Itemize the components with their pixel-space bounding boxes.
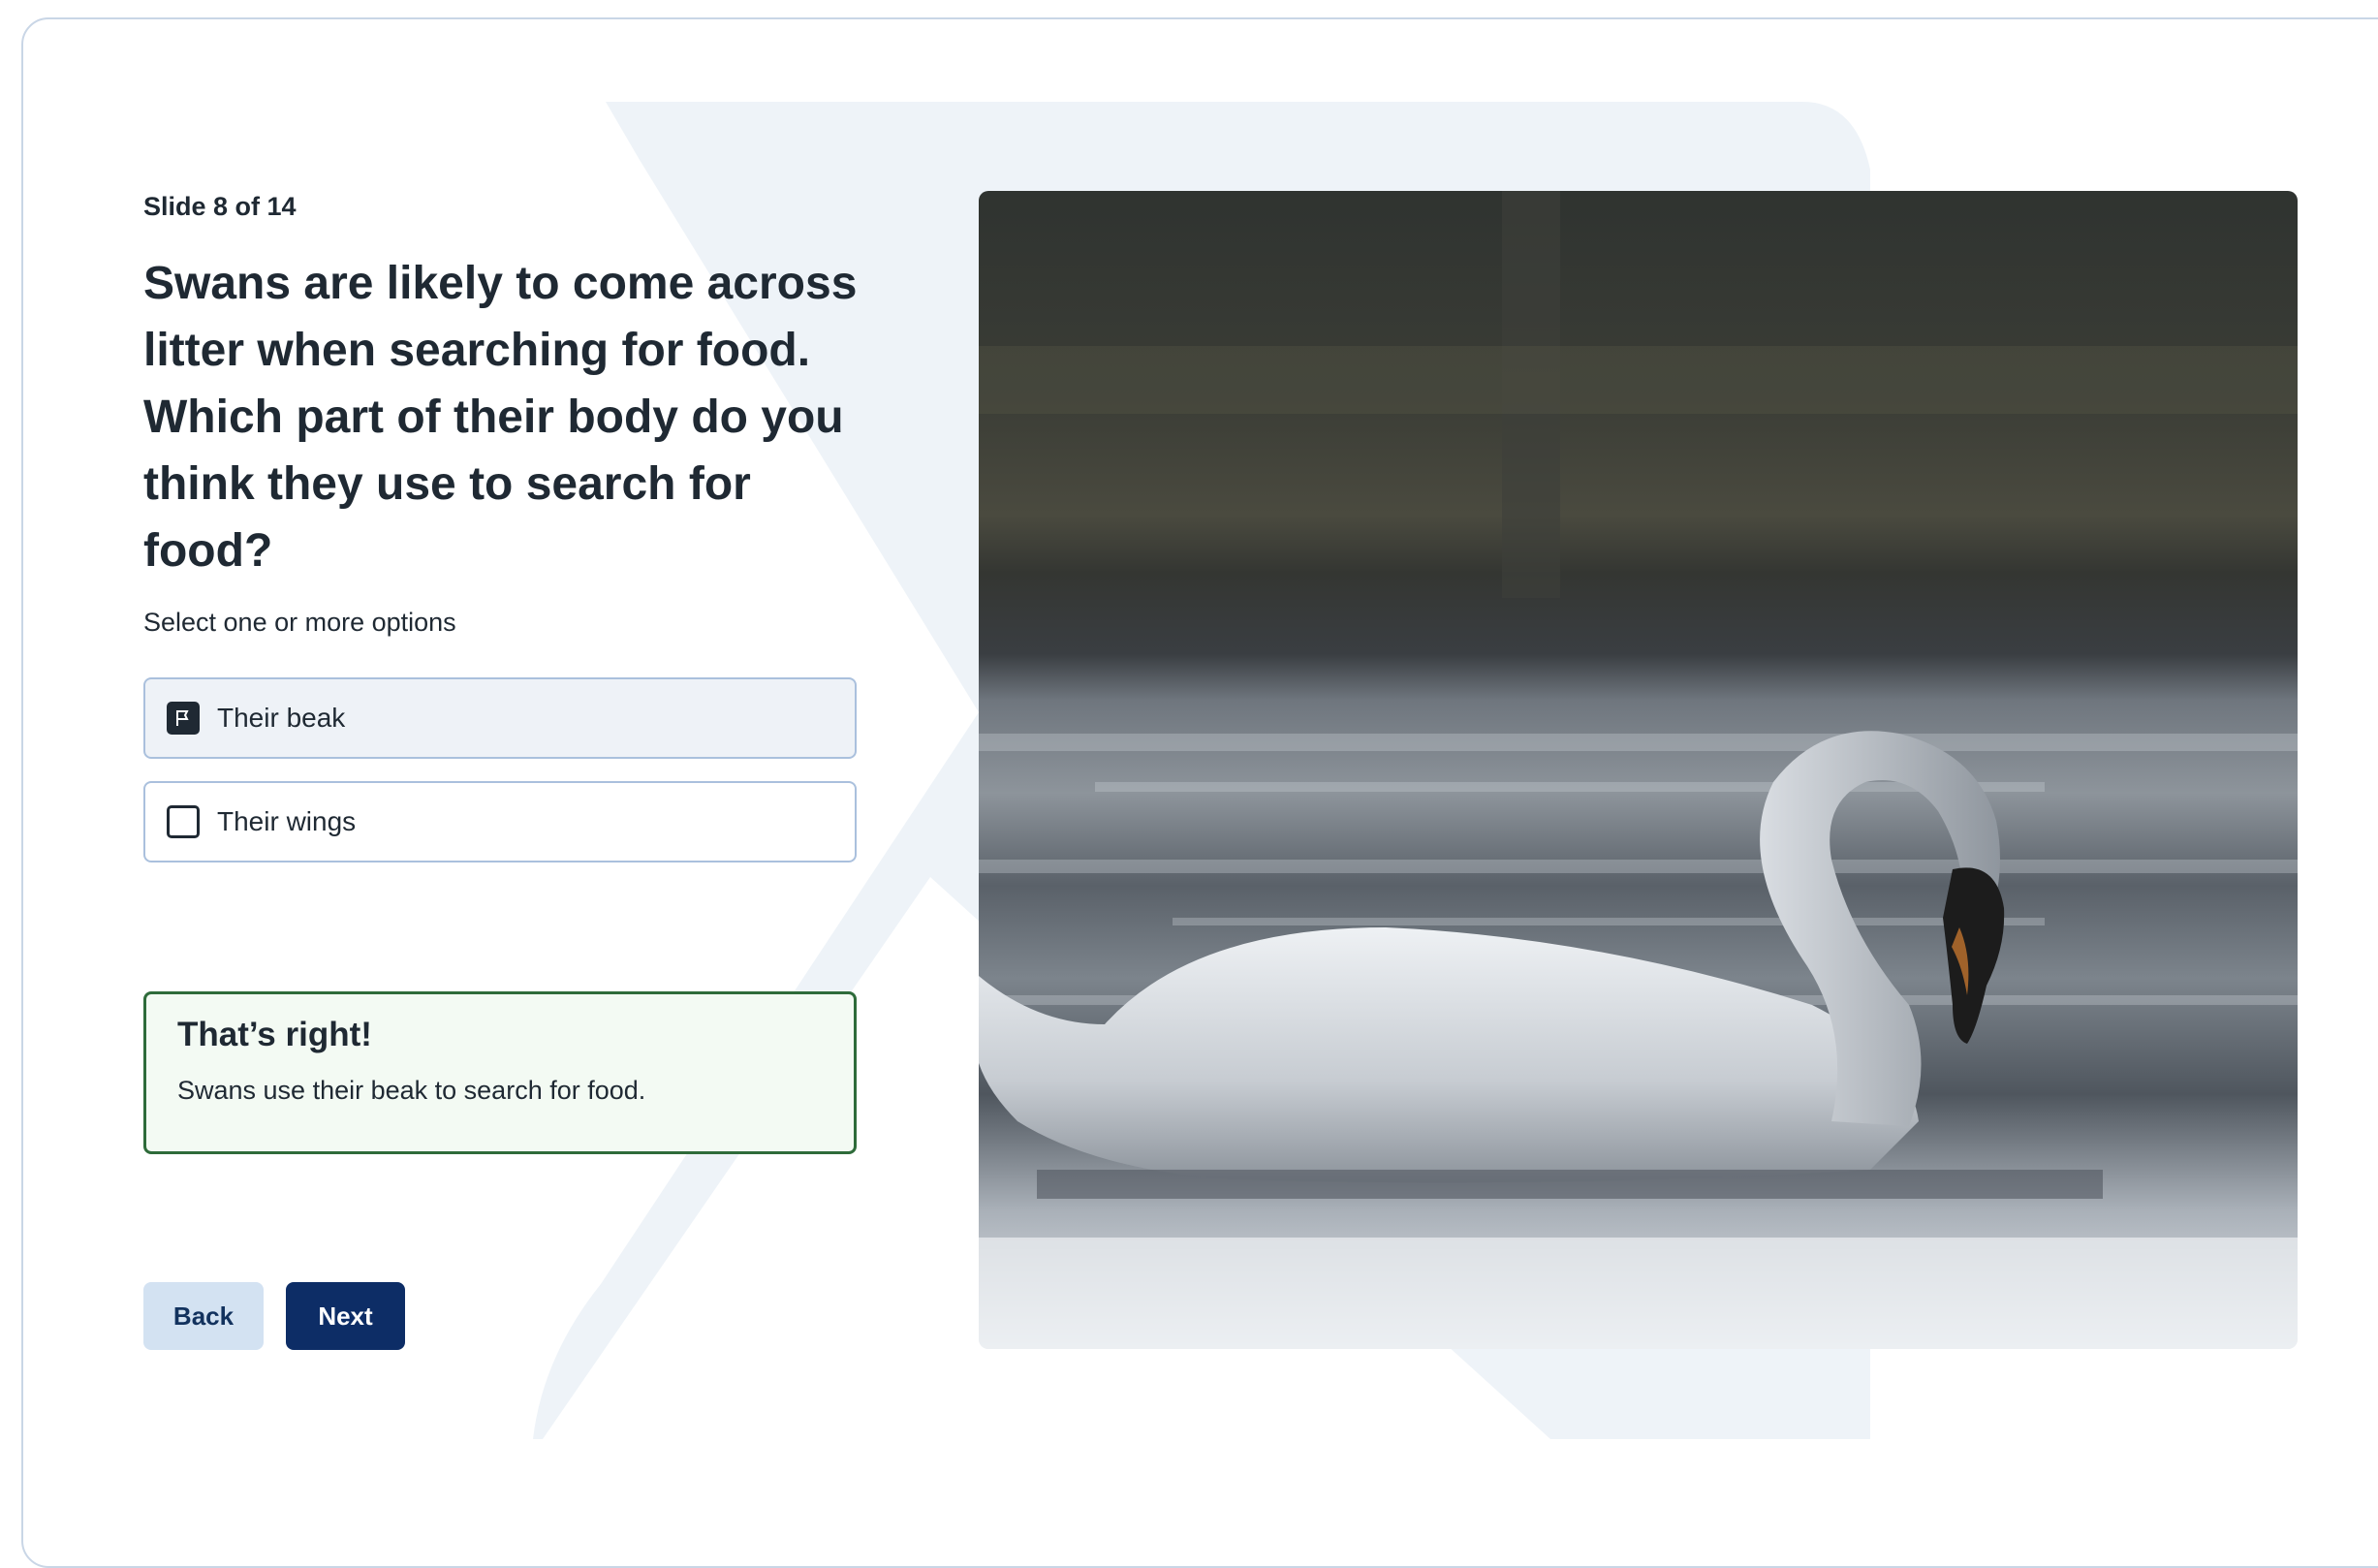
option-label: Their beak [217,703,346,733]
question-heading: Swans are likely to come across litter w… [143,258,858,577]
option-label: Their wings [217,806,357,836]
option-their-wings[interactable]: Their wings [143,781,857,862]
feedback-body: Swans use their beak to search for food. [177,1076,646,1105]
swan-photo [979,191,2298,1349]
selection-hint: Select one or more options [143,608,456,637]
slide-counter: Slide 8 of 14 [143,192,297,221]
feedback-panel: That’s right! Swans use their beak to se… [143,991,857,1154]
flag-icon[interactable] [167,702,200,735]
checkbox-empty-icon[interactable] [167,805,200,838]
next-button[interactable]: Next [286,1282,405,1350]
back-button[interactable]: Back [143,1282,264,1350]
feedback-title: That’s right! [177,1016,372,1053]
option-their-beak[interactable]: Their beak [143,677,857,759]
